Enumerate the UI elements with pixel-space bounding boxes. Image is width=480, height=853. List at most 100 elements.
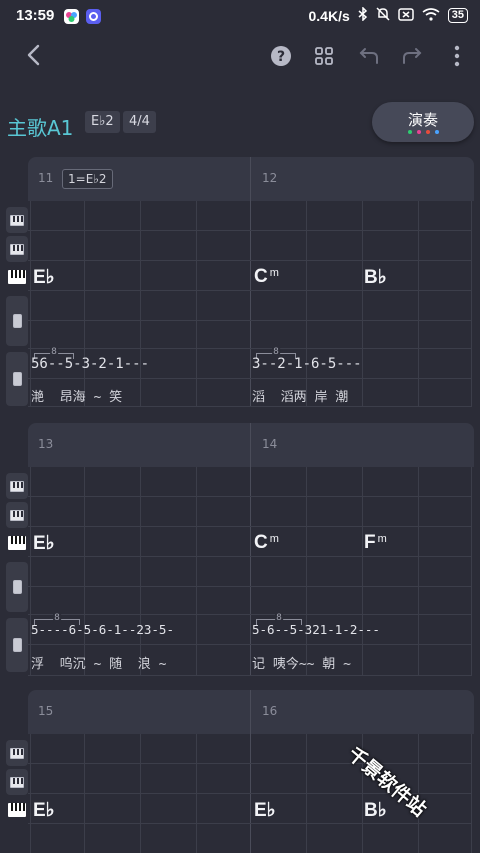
bluetooth-icon — [358, 6, 368, 24]
sim-off-icon — [398, 7, 414, 24]
bar-number: 16 — [262, 704, 278, 718]
undo-icon[interactable] — [356, 43, 382, 69]
melody-notes[interactable]: 3--2-1-6-5--- — [252, 356, 362, 372]
mute-bell-icon — [376, 7, 390, 24]
time-signature-badge[interactable]: 4/4 — [123, 111, 156, 133]
piano-track-icon[interactable] — [6, 207, 28, 233]
block-header: 15 16 — [28, 690, 474, 734]
beat-line — [140, 201, 141, 407]
track-row[interactable] — [28, 734, 472, 764]
chord-label[interactable]: E♭ — [33, 532, 57, 555]
block-header: 11 1=E♭2 12 — [28, 157, 474, 201]
back-arrow-icon[interactable] — [22, 42, 48, 68]
lyrics-text[interactable]: 记 咦今~~ 朝 ~ — [252, 653, 351, 672]
bar-number: 14 — [262, 437, 278, 451]
chord-row[interactable] — [28, 261, 472, 291]
track-row[interactable] — [28, 467, 472, 497]
block-header: 13 14 — [28, 423, 474, 467]
beat-line — [84, 201, 85, 407]
beat-line — [196, 467, 197, 676]
chord-label[interactable]: E♭ — [33, 266, 57, 289]
track-row[interactable] — [28, 587, 472, 615]
beat-line — [471, 467, 472, 676]
bar-number: 13 — [38, 437, 54, 451]
top-toolbar: ? — [0, 36, 480, 76]
piano-track-icon[interactable] — [6, 473, 28, 499]
status-bar: 13:59 0.4K/s 35 — [0, 0, 480, 34]
melody-notes[interactable]: 5----6-5-6-1--23-5- — [31, 622, 174, 637]
redo-icon[interactable] — [399, 43, 425, 69]
key-tag[interactable]: 1=E♭2 — [62, 169, 113, 189]
chord-label[interactable]: Fm — [364, 532, 387, 554]
lyrics-text[interactable]: 滟 昂海 ~ 笑 — [31, 386, 122, 405]
track-row[interactable] — [28, 497, 472, 527]
bar-number: 12 — [262, 171, 278, 185]
voice-track-icon[interactable] — [6, 352, 28, 406]
melody-notes[interactable]: 56--5-3-2-1--- — [31, 356, 149, 372]
battery-indicator: 35 — [447, 8, 468, 23]
device-track-icon[interactable] — [6, 562, 28, 612]
status-time: 13:59 — [16, 7, 55, 24]
grid-icon[interactable] — [311, 43, 337, 69]
beat-line — [30, 467, 31, 676]
app-notification-icon — [64, 9, 79, 24]
track-row[interactable] — [28, 201, 472, 231]
beat-line — [362, 467, 363, 676]
beat-line — [471, 734, 472, 853]
beat-line — [30, 201, 31, 407]
bar-number: 15 — [38, 704, 54, 718]
network-speed: 0.4K/s — [308, 7, 350, 24]
bar-block-13-14: 13 14 E♭ Cm Fm 8 8 5----6-5-6-1--23-5- 5… — [28, 423, 474, 676]
beat-line — [471, 201, 472, 407]
beat-line — [362, 201, 363, 407]
beat-line — [140, 467, 141, 676]
play-color-dot — [425, 130, 430, 134]
track-row[interactable] — [28, 321, 472, 349]
app-notification-icon — [86, 9, 101, 24]
melody-notes[interactable]: 5-6--5-321-1-2--- — [252, 622, 380, 637]
beat-line — [418, 467, 419, 676]
chord-label[interactable]: Cm — [254, 266, 279, 288]
more-vertical-icon[interactable] — [444, 43, 470, 69]
lyrics-text[interactable]: 滔 滔两 岸 潮 — [252, 386, 348, 405]
beat-line — [196, 734, 197, 853]
beat-line — [306, 734, 307, 853]
chord-label[interactable]: B♭ — [364, 266, 389, 289]
play-color-dots — [372, 130, 474, 134]
voice-track-icon[interactable] — [6, 618, 28, 672]
track-row[interactable] — [28, 231, 472, 261]
help-icon[interactable]: ? — [268, 43, 294, 69]
lyrics-text[interactable]: 浮 呜沉 ~ 随 浪 ~ — [31, 653, 166, 672]
play-button[interactable]: 演奏 — [372, 102, 474, 142]
bar-number: 11 — [38, 171, 54, 185]
play-label: 演奏 — [407, 111, 438, 129]
beat-line — [196, 201, 197, 407]
beat-line — [418, 201, 419, 407]
chord-row[interactable] — [28, 527, 472, 557]
beat-line — [84, 467, 85, 676]
chord-label[interactable]: E♭ — [33, 799, 57, 822]
beat-line — [306, 201, 307, 407]
wifi-icon — [422, 7, 440, 24]
play-color-dot — [434, 130, 439, 134]
key-badge[interactable]: E♭2 — [85, 111, 120, 133]
track-row[interactable] — [28, 291, 472, 321]
chord-track-piano-icon[interactable] — [8, 536, 26, 550]
section-title[interactable]: 主歌A1 — [7, 112, 73, 141]
play-color-dot — [407, 130, 412, 134]
beat-line — [84, 734, 85, 853]
piano-track-icon[interactable] — [6, 502, 28, 528]
chord-track-piano-icon[interactable] — [8, 803, 26, 817]
beat-line — [306, 467, 307, 676]
svg-text:?: ? — [277, 49, 285, 65]
chord-label[interactable]: E♭ — [254, 799, 278, 822]
device-track-icon[interactable] — [6, 296, 28, 346]
chord-track-piano-icon[interactable] — [8, 270, 26, 284]
piano-track-icon[interactable] — [6, 740, 28, 766]
chord-label[interactable]: Cm — [254, 532, 279, 554]
piano-track-icon[interactable] — [6, 236, 28, 262]
bar-block-11-12: 11 1=E♭2 12 E♭ Cm B♭ 8 8 56--5-3-2-1--- … — [28, 157, 474, 407]
piano-track-icon[interactable] — [6, 769, 28, 795]
play-color-dot — [416, 130, 421, 134]
track-row[interactable] — [28, 557, 472, 587]
